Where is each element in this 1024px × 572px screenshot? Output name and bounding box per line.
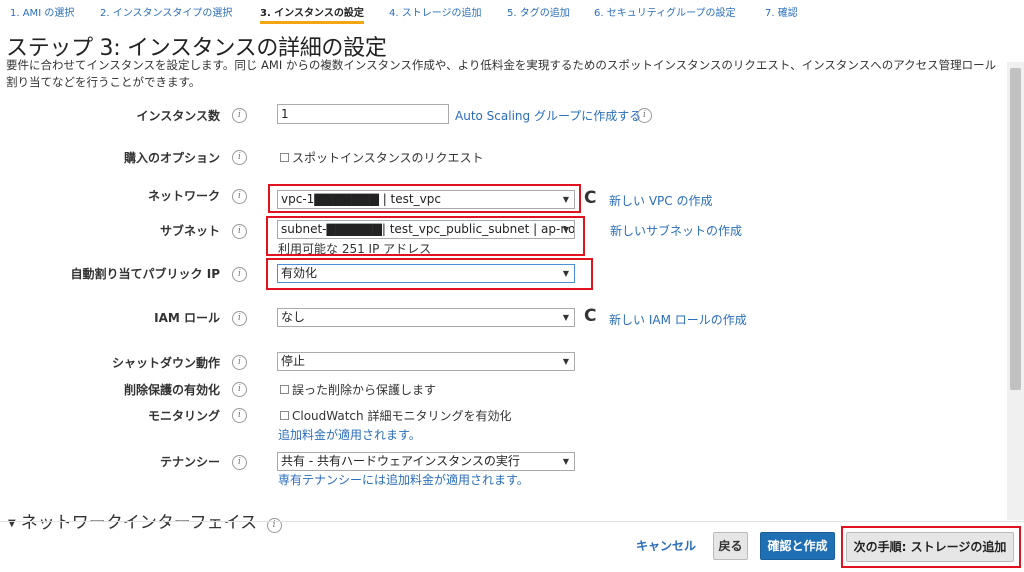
info-icon[interactable]: i <box>232 224 247 239</box>
scrollbar-thumb[interactable] <box>1010 68 1021 390</box>
create-vpc-link[interactable]: 新しい VPC の作成 <box>609 192 712 209</box>
info-icon[interactable]: i <box>232 189 247 204</box>
spot-instance-checkbox[interactable] <box>280 153 289 162</box>
subnet-label: サブネット <box>159 224 220 238</box>
chevron-down-icon: ▼ <box>562 313 569 322</box>
chevron-down-icon: ▼ <box>562 225 569 234</box>
auto-public-ip-select-value: 有効化 <box>281 266 318 280</box>
cancel-button[interactable]: キャンセル <box>636 538 696 554</box>
tenancy-select-value: 共有 - 共有ハードウェアインスタンスの実行 <box>281 454 520 468</box>
review-and-launch-button[interactable]: 確認と作成 <box>760 532 835 560</box>
chevron-down-icon: ▼ <box>562 195 569 204</box>
shutdown-behavior-label: シャットダウン動作 <box>111 356 220 370</box>
iam-role-label: IAM ロール <box>154 311 220 325</box>
info-icon[interactable]: i <box>232 382 247 397</box>
network-label: ネットワーク <box>147 189 220 203</box>
auto-public-ip-select[interactable]: 有効化 ▼ <box>277 264 575 283</box>
spot-instance-option[interactable]: スポットインスタンスのリクエスト <box>280 149 484 166</box>
step-security-group[interactable]: 6. セキュリティグループの設定 <box>594 4 736 23</box>
subnet-select-value: subnet-▇▇▇▇▇▇| test_vpc_public_subnet | … <box>281 222 575 236</box>
tenancy-select[interactable]: 共有 - 共有ハードウェアインスタンスの実行 ▼ <box>277 452 575 471</box>
next-add-storage-button[interactable]: 次の手順: ストレージの追加 <box>846 532 1014 562</box>
monitoring-checkbox-label: CloudWatch 詳細モニタリングを有効化 <box>292 409 512 423</box>
chevron-down-icon: ▼ <box>562 457 569 466</box>
monitoring-option[interactable]: CloudWatch 詳細モニタリングを有効化 <box>280 407 511 424</box>
chevron-down-icon: ▼ <box>562 269 569 278</box>
termination-protection-checkbox[interactable] <box>280 385 289 394</box>
chevron-down-icon: ▼ <box>562 357 569 366</box>
monitoring-label: モニタリング <box>147 409 220 423</box>
back-button[interactable]: 戻る <box>713 532 748 560</box>
shutdown-behavior-select-value: 停止 <box>281 354 306 368</box>
page-description: 要件に合わせてインスタンスを設定します。同じ AMI からの複数インスタンス作成… <box>6 58 997 89</box>
dedicated-tenancy-note[interactable]: 専有テナンシーには追加料金が適用されます。 <box>278 471 529 488</box>
subnet-select[interactable]: subnet-▇▇▇▇▇▇| test_vpc_public_subnet | … <box>277 220 575 239</box>
iam-role-select-value: なし <box>281 310 306 324</box>
create-iam-role-link[interactable]: 新しい IAM ロールの作成 <box>609 311 747 328</box>
instance-count-input[interactable]: 1 <box>277 104 449 124</box>
auto-scaling-link[interactable]: Auto Scaling グループに作成する <box>455 107 641 124</box>
tenancy-label: テナンシー <box>159 455 220 469</box>
info-icon[interactable]: i <box>637 108 652 123</box>
info-icon[interactable]: i <box>232 267 247 282</box>
caret-down-icon: ▼ <box>8 518 16 529</box>
step-add-tags[interactable]: 5. タグの追加 <box>507 4 570 23</box>
step-instance-type[interactable]: 2. インスタンスタイプの選択 <box>100 4 232 23</box>
info-icon[interactable]: i <box>232 311 247 326</box>
network-select[interactable]: vpc-1▇▇▇▇▇▇▇ | test_vpc ▼ <box>277 190 575 209</box>
monitoring-checkbox[interactable] <box>280 411 289 420</box>
termination-protection-checkbox-label: 誤った削除から保護します <box>292 383 437 397</box>
termination-protection-label: 削除保護の有効化 <box>123 383 220 397</box>
step-review[interactable]: 7. 確認 <box>765 4 798 23</box>
step-ami[interactable]: 1. AMI の選択 <box>10 4 74 23</box>
instance-count-label: インスタンス数 <box>136 109 220 123</box>
shutdown-behavior-select[interactable]: 停止 ▼ <box>277 352 575 371</box>
network-select-value: vpc-1▇▇▇▇▇▇▇ | test_vpc <box>281 192 441 206</box>
step-configure-instance[interactable]: 3. インスタンスの設定 <box>260 4 364 24</box>
create-subnet-link[interactable]: 新しいサブネットの作成 <box>610 222 742 239</box>
purchase-option-label: 購入のオプション <box>123 151 220 165</box>
network-interfaces-title: ネットワークインターフェイス <box>20 513 258 533</box>
info-icon[interactable]: i <box>232 408 247 423</box>
info-icon[interactable]: i <box>232 108 247 123</box>
iam-role-select[interactable]: なし ▼ <box>277 308 575 327</box>
footer-divider <box>0 521 1024 522</box>
wizard-steps: 1. AMI の選択 2. インスタンスタイプの選択 3. インスタンスの設定 … <box>0 0 1024 24</box>
refresh-icon[interactable]: C <box>584 308 596 325</box>
auto-public-ip-label: 自動割り当てパブリック IP <box>70 267 220 281</box>
monitoring-charges-note[interactable]: 追加料金が適用されます。 <box>278 426 421 443</box>
refresh-icon[interactable]: C <box>584 190 596 207</box>
spot-instance-checkbox-label: スポットインスタンスのリクエスト <box>292 151 484 165</box>
step-add-storage[interactable]: 4. ストレージの追加 <box>389 4 482 23</box>
termination-protection-option[interactable]: 誤った削除から保護します <box>280 381 436 398</box>
subnet-available-ips: 利用可能な 251 IP アドレス <box>278 242 432 256</box>
info-icon[interactable]: i <box>232 355 247 370</box>
info-icon[interactable]: i <box>232 455 247 470</box>
info-icon[interactable]: i <box>232 150 247 165</box>
